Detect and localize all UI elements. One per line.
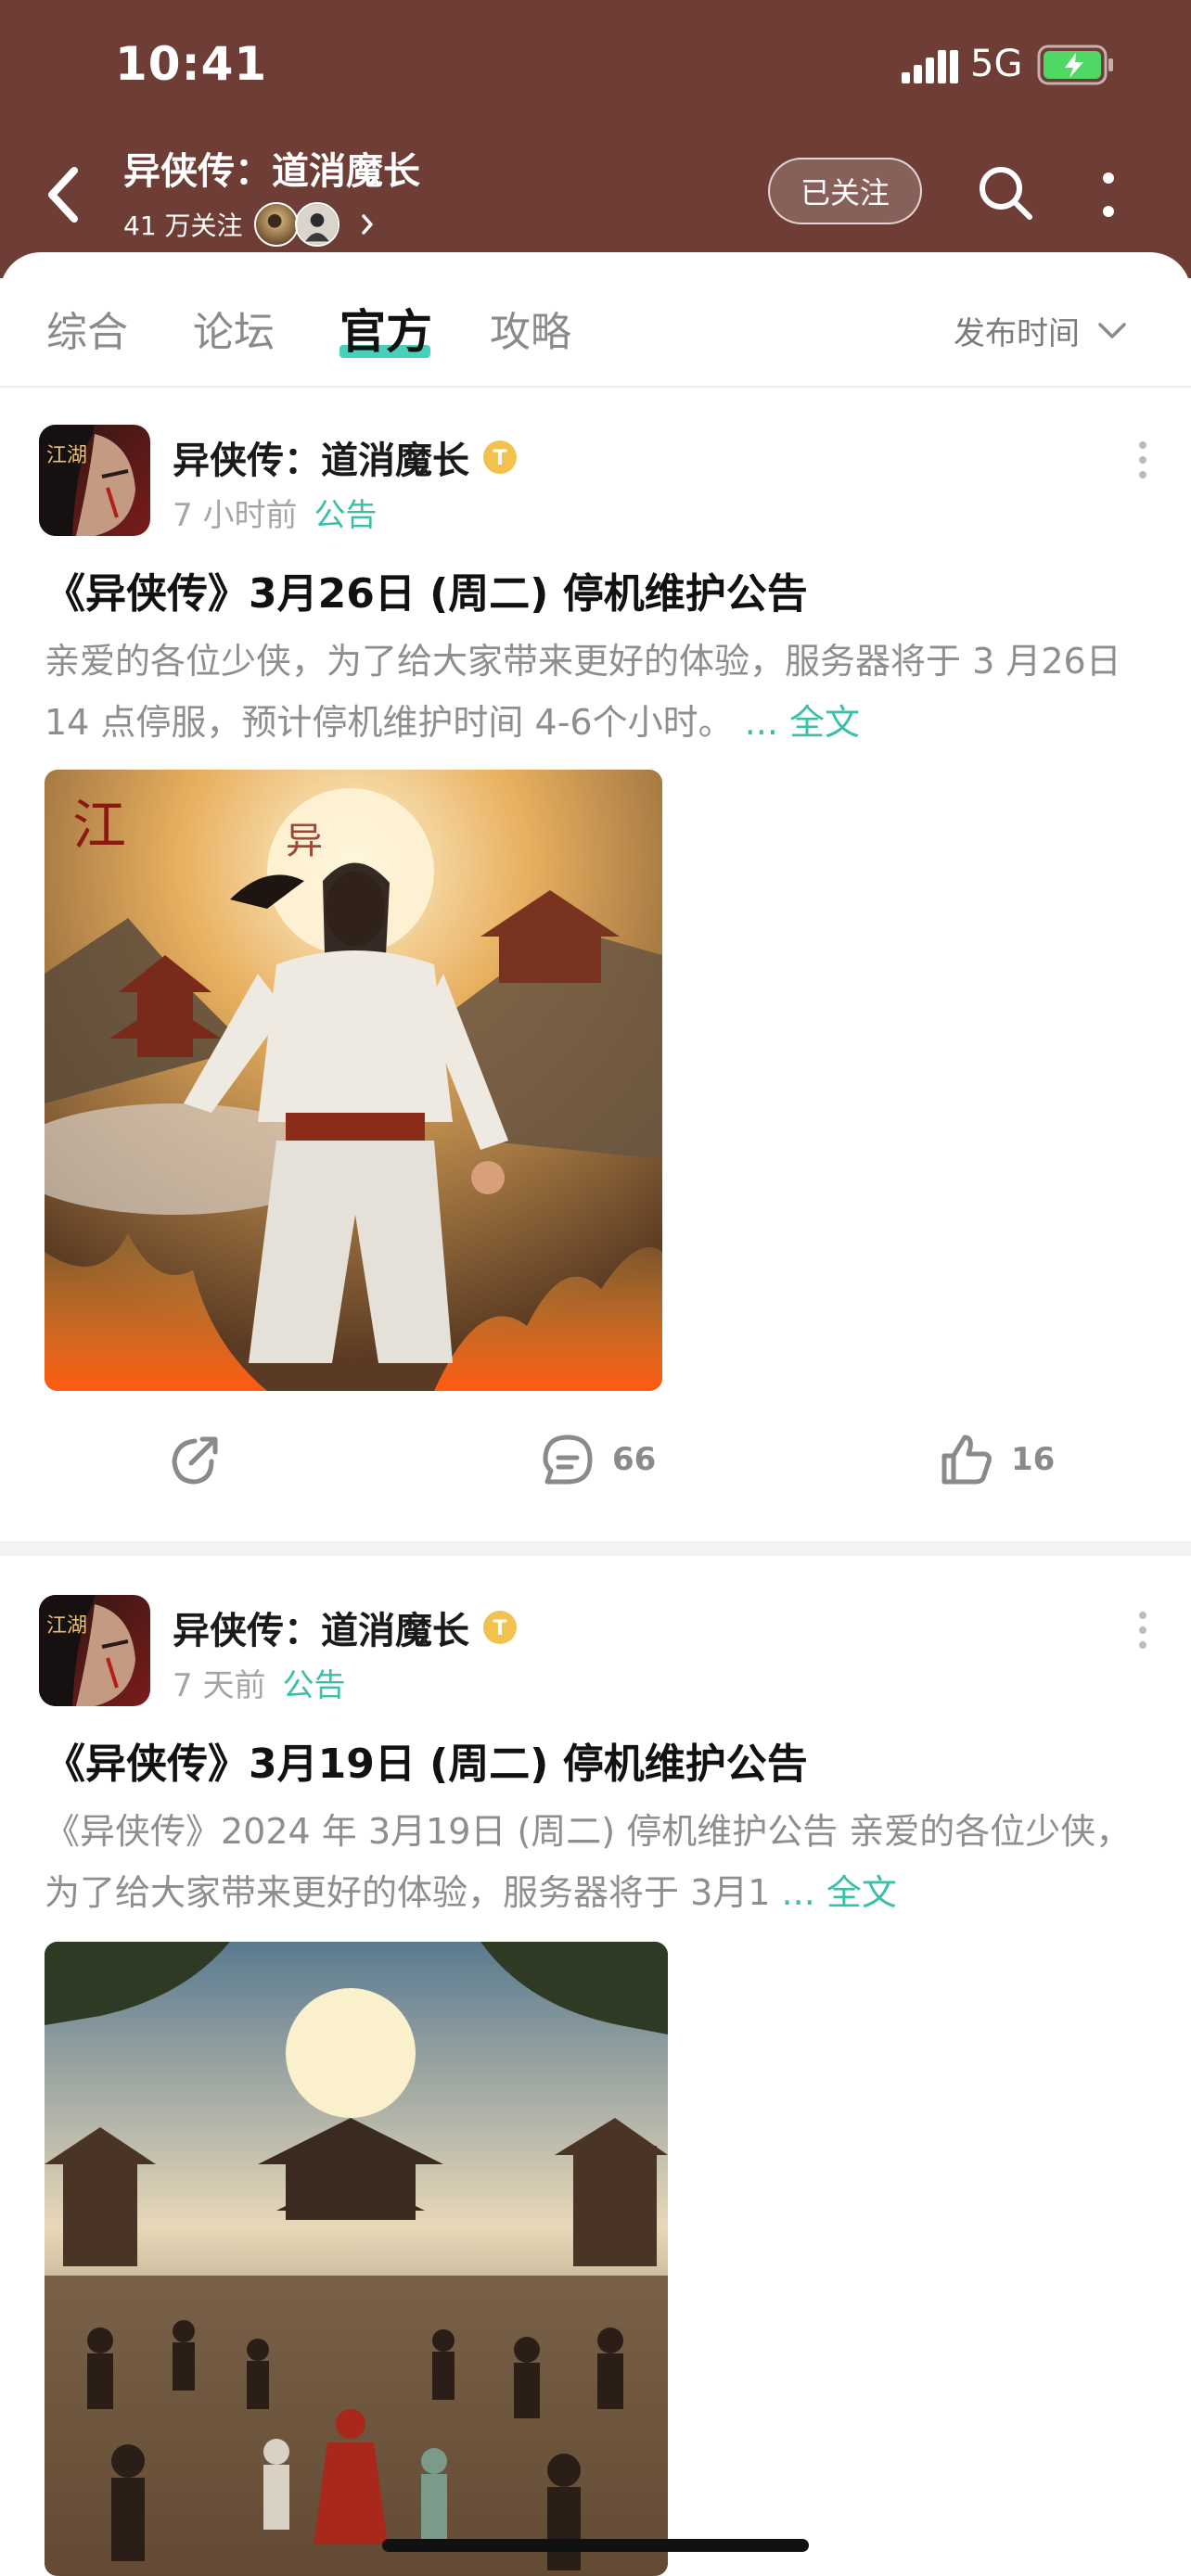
followers-count: 41 万关注 (123, 210, 243, 241)
post-image[interactable] (45, 1942, 668, 2576)
author-avatar[interactable]: 江湖 (39, 425, 150, 536)
post-actions: 66 16 (0, 1430, 1191, 1513)
battery-charging-icon (1037, 45, 1113, 85)
post-image[interactable]: 江 异 (45, 770, 662, 1391)
svg-text:T: T (493, 1617, 506, 1640)
post-excerpt[interactable]: 亲爱的各位少侠，为了给大家带来更好的体验，服务器将于 3 月26日14 点停服，… (45, 631, 1154, 753)
search-icon[interactable] (976, 163, 1037, 224)
svg-text:江: 江 (72, 794, 126, 857)
svg-text:江湖: 江湖 (46, 444, 87, 467)
share-icon (172, 1436, 218, 1485)
top-nav: 异侠传：道消魔长 41 万关注 已关注 (0, 130, 1191, 260)
post-more-icon[interactable] (1137, 440, 1148, 480)
post-more-icon[interactable] (1137, 1610, 1148, 1651)
comment-count: 66 (612, 1441, 657, 1478)
svg-text:江湖: 江湖 (46, 1614, 87, 1638)
like-count: 16 (1011, 1441, 1056, 1478)
thumbs-up-icon (941, 1435, 992, 1485)
post-excerpt[interactable]: 《异侠传》2024 年 3月19日 (周二) 停机维护公告 亲爱的各位少侠，为了… (45, 1801, 1154, 1923)
more-icon[interactable] (1095, 165, 1122, 224)
follower-avatars (253, 202, 339, 247)
sort-dropdown[interactable]: 发布时间 (954, 308, 1128, 353)
followers-row[interactable]: 41 万关注 (123, 200, 378, 249)
comment-button[interactable]: 66 (538, 1430, 656, 1489)
like-button[interactable]: 16 (937, 1430, 1055, 1489)
tab-guides[interactable]: 攻略 (490, 299, 571, 358)
content-sheet: 综合 论坛 官方 攻略 发布时间 江湖 异侠传：道消魔长 T 7 小时前 公告 … (0, 252, 1191, 2576)
author-name-row: 异侠传：道消魔长 T (173, 430, 518, 484)
post-tag[interactable]: 公告 (314, 497, 377, 534)
post-separator (0, 1541, 1191, 1556)
forum-title: 异侠传：道消魔长 (123, 150, 420, 193)
post-meta: 7 小时前 公告 (173, 490, 377, 535)
tab-general[interactable]: 综合 (46, 299, 128, 358)
excerpt-text: 亲爱的各位少侠，为了给大家带来更好的体验，服务器将于 3 月26日14 点停服，… (45, 641, 1121, 743)
tab-official[interactable]: 官方 (339, 295, 432, 362)
follower-avatar (294, 202, 339, 247)
post-time: 7 天前 (173, 1667, 266, 1704)
author-name: 异侠传：道消魔长 (173, 440, 469, 482)
post-title[interactable]: 《异侠传》3月19日 (周二) 停机维护公告 (45, 1730, 808, 1790)
tab-forum[interactable]: 论坛 (193, 299, 275, 358)
signal-icon (902, 50, 958, 83)
followed-button[interactable]: 已关注 (768, 158, 922, 224)
post-time: 7 小时前 (173, 497, 298, 534)
official-badge-icon: T (483, 1611, 517, 1644)
back-icon[interactable] (37, 158, 93, 232)
excerpt-text: 《异侠传》2024 年 3月19日 (周二) 停机维护公告 亲爱的各位少侠，为了… (45, 1811, 1132, 1913)
read-more-link[interactable]: ... 全文 (782, 1872, 897, 1913)
post-tag[interactable]: 公告 (282, 1667, 345, 1704)
svg-text:异: 异 (286, 820, 323, 862)
home-indicator[interactable] (382, 2539, 809, 2552)
author-name: 异侠传：道消魔长 (173, 1610, 469, 1652)
chevron-down-icon (1098, 322, 1126, 338)
author-avatar[interactable]: 江湖 (39, 1595, 150, 1706)
svg-text:T: T (493, 447, 506, 470)
share-button[interactable] (165, 1430, 239, 1489)
status-bar: 10:41 5G (0, 0, 1191, 130)
read-more-link[interactable]: ... 全文 (745, 702, 860, 743)
comment-icon (543, 1435, 593, 1485)
forum-header: 10:41 5G 异侠传：道消魔长 41 万关注 已关注 (0, 0, 1191, 278)
status-time: 10:41 (115, 37, 268, 91)
author-name-row: 异侠传：道消魔长 T (173, 1600, 518, 1654)
post-meta: 7 天前 公告 (173, 1660, 345, 1705)
official-badge-icon: T (483, 440, 517, 474)
post-title[interactable]: 《异侠传》3月26日 (周二) 停机维护公告 (45, 560, 808, 619)
follower-avatar (253, 202, 299, 247)
network-type: 5G (970, 43, 1023, 85)
chevron-right-icon (361, 214, 373, 235)
tab-bar: 综合 论坛 官方 攻略 发布时间 (0, 252, 1191, 388)
sort-label: 发布时间 (954, 315, 1080, 352)
